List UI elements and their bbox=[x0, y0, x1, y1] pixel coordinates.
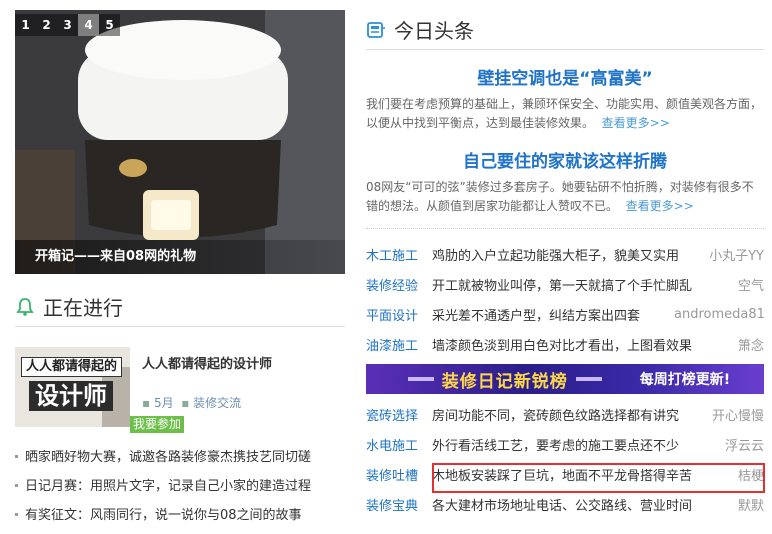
author-link[interactable]: 开心慢慢 bbox=[712, 405, 764, 424]
ongoing-header: 正在进行 bbox=[15, 287, 345, 327]
bell-icon bbox=[16, 297, 34, 316]
news-link[interactable]: 外行看活线工艺，要考虑的施工要点还不少 bbox=[432, 435, 721, 454]
highlight-box bbox=[432, 463, 765, 493]
category-link[interactable]: 瓷砖选择 bbox=[366, 405, 432, 424]
event-poster[interactable]: 人人都请得起的 设计师 bbox=[15, 347, 130, 427]
news-row: 木工施工 鸡肋的入户立起功能强大柜子，貌美又实用 小丸子YY bbox=[366, 239, 764, 269]
news-row: 水电施工 外行看活线工艺，要考虑的施工要点还不少 浮云云 bbox=[366, 429, 764, 459]
carousel-page-4[interactable]: 4 bbox=[78, 14, 99, 36]
banner-sub-text: 每周打榜更新! bbox=[639, 372, 731, 388]
more-link[interactable]: 查看更多>> bbox=[602, 116, 670, 130]
news-link[interactable]: 采光差不通透户型，纠结方案出四套 bbox=[432, 305, 670, 324]
divider bbox=[366, 228, 764, 229]
category-link[interactable]: 装修宝典 bbox=[366, 495, 432, 514]
event-card[interactable]: 人人都请得起的 设计师 人人都请得起的设计师 ▪ 5月 ▪ 装修交流 我要参加 bbox=[15, 347, 345, 433]
news-title: 今日头条 bbox=[394, 19, 474, 43]
category-link[interactable]: 水电施工 bbox=[366, 435, 432, 454]
left-column: 1 2 3 4 5 开箱记——来自08网的礼物 正在进行 人人都请得起的 设计师… bbox=[15, 10, 345, 530]
event-tag[interactable]: 装修交流 bbox=[193, 396, 241, 410]
category-link[interactable]: 装修经验 bbox=[366, 275, 432, 294]
article-headline[interactable]: 自己要住的家就该这样折腾 bbox=[366, 147, 764, 172]
banner-decoration bbox=[407, 377, 434, 381]
author-link[interactable]: andromeda818 bbox=[674, 307, 764, 322]
author-link[interactable]: 小丸子YY bbox=[709, 245, 764, 264]
author-link[interactable]: 空气 bbox=[738, 275, 764, 294]
category-list-top: 木工施工 鸡肋的入户立起功能强大柜子，貌美又实用 小丸子YY 装修经验 开工就被… bbox=[366, 239, 764, 359]
banner-decoration bbox=[575, 377, 602, 381]
poster-line1: 人人都请得起的 bbox=[21, 357, 123, 377]
join-button[interactable]: 我要参加 bbox=[130, 416, 185, 433]
carousel-page-3[interactable]: 3 bbox=[57, 14, 78, 36]
ranking-banner[interactable]: 装修日记新锐榜 每周打榜更新! bbox=[366, 364, 764, 394]
author-link[interactable]: 浮云云 bbox=[725, 435, 764, 454]
carousel-caption[interactable]: 开箱记——来自08网的礼物 bbox=[15, 240, 345, 274]
author-link[interactable]: 默默 bbox=[738, 495, 764, 514]
article-summary: 我们要在考虑预算的基础上，兼顾环保安全、功能实用、颜值美观各方面，以便从中找到平… bbox=[366, 97, 763, 130]
poster-line2: 设计师 bbox=[29, 381, 113, 411]
category-list-bottom: 瓷砖选择 房间功能不同，瓷砖颜色纹路选择都有讲究 开心慢慢 水电施工 外行看活线… bbox=[366, 399, 764, 519]
list-item[interactable]: 晒家晒好物大赛，诚邀各路装修豪杰携技艺同切磋 bbox=[15, 443, 345, 472]
more-link[interactable]: 查看更多>> bbox=[626, 199, 694, 213]
category-link[interactable]: 油漆施工 bbox=[366, 335, 432, 354]
carousel-photo bbox=[15, 10, 345, 274]
ongoing-list: 晒家晒好物大赛，诚邀各路装修豪杰携技艺同切磋 日记月赛：用照片文字，记录自己小家… bbox=[15, 443, 345, 530]
news-row: 瓷砖选择 房间功能不同，瓷砖颜色纹路选择都有讲究 开心慢慢 bbox=[366, 399, 764, 429]
right-column: 今日头条 壁挂空调也是“高富美” 我们要在考虑预算的基础上，兼顾环保安全、功能实… bbox=[366, 10, 764, 519]
list-item[interactable]: 日记月赛：用照片文字，记录自己小家的建造过程 bbox=[15, 472, 345, 501]
news-row: 装修经验 开工就被物业叫停，第一天就搞了个手忙脚乱 空气 bbox=[366, 269, 764, 299]
ongoing-title: 正在进行 bbox=[43, 296, 123, 320]
event-month: 5月 bbox=[153, 396, 174, 410]
banner-main-text: 装修日记新锐榜 bbox=[441, 371, 568, 392]
newspaper-icon bbox=[367, 21, 385, 38]
category-link[interactable]: 平面设计 bbox=[366, 305, 432, 324]
event-meta: ▪ 5月 ▪ 装修交流 bbox=[142, 396, 242, 410]
image-carousel[interactable]: 1 2 3 4 5 开箱记——来自08网的礼物 bbox=[15, 10, 345, 274]
carousel-page-5[interactable]: 5 bbox=[99, 14, 120, 36]
news-link[interactable]: 开工就被物业叫停，第一天就搞了个手忙脚乱 bbox=[432, 275, 734, 294]
article-summary: 08网友“可可的弦”装修过多套房子。她要钻研不怕折腾，对装修有很多不错的想法。从… bbox=[366, 180, 754, 213]
event-info: 人人都请得起的设计师 ▪ 5月 ▪ 装修交流 我要参加 bbox=[130, 347, 272, 433]
author-link[interactable]: 箫念 bbox=[738, 335, 764, 354]
news-row: 装修宝典 各大建材市场地址电话、公交路线、营业时间 默默 bbox=[366, 489, 764, 519]
news-link[interactable]: 各大建材市场地址电话、公交路线、营业时间 bbox=[432, 495, 734, 514]
news-row: 油漆施工 墙漆颜色淡到用白色对比才看出，上图看效果 箫念 bbox=[366, 329, 764, 359]
article-headline[interactable]: 壁挂空调也是“高富美” bbox=[366, 64, 764, 89]
news-link[interactable]: 鸡肋的入户立起功能强大柜子，貌美又实用 bbox=[432, 245, 705, 264]
carousel-page-1[interactable]: 1 bbox=[15, 14, 36, 36]
news-link[interactable]: 房间功能不同，瓷砖颜色纹路选择都有讲究 bbox=[432, 405, 708, 424]
category-link[interactable]: 装修吐槽 bbox=[366, 465, 432, 484]
event-title[interactable]: 人人都请得起的设计师 bbox=[142, 353, 272, 372]
list-item[interactable]: 有奖征文：风雨同行，说一说你与08之间的故事 bbox=[15, 501, 345, 530]
news-header: 今日头条 bbox=[366, 10, 764, 50]
carousel-pager: 1 2 3 4 5 bbox=[15, 14, 120, 36]
category-link[interactable]: 木工施工 bbox=[366, 245, 432, 264]
news-row: 平面设计 采光差不通透户型，纠结方案出四套 andromeda818 bbox=[366, 299, 764, 329]
news-link[interactable]: 墙漆颜色淡到用白色对比才看出，上图看效果 bbox=[432, 335, 734, 354]
carousel-page-2[interactable]: 2 bbox=[36, 14, 57, 36]
